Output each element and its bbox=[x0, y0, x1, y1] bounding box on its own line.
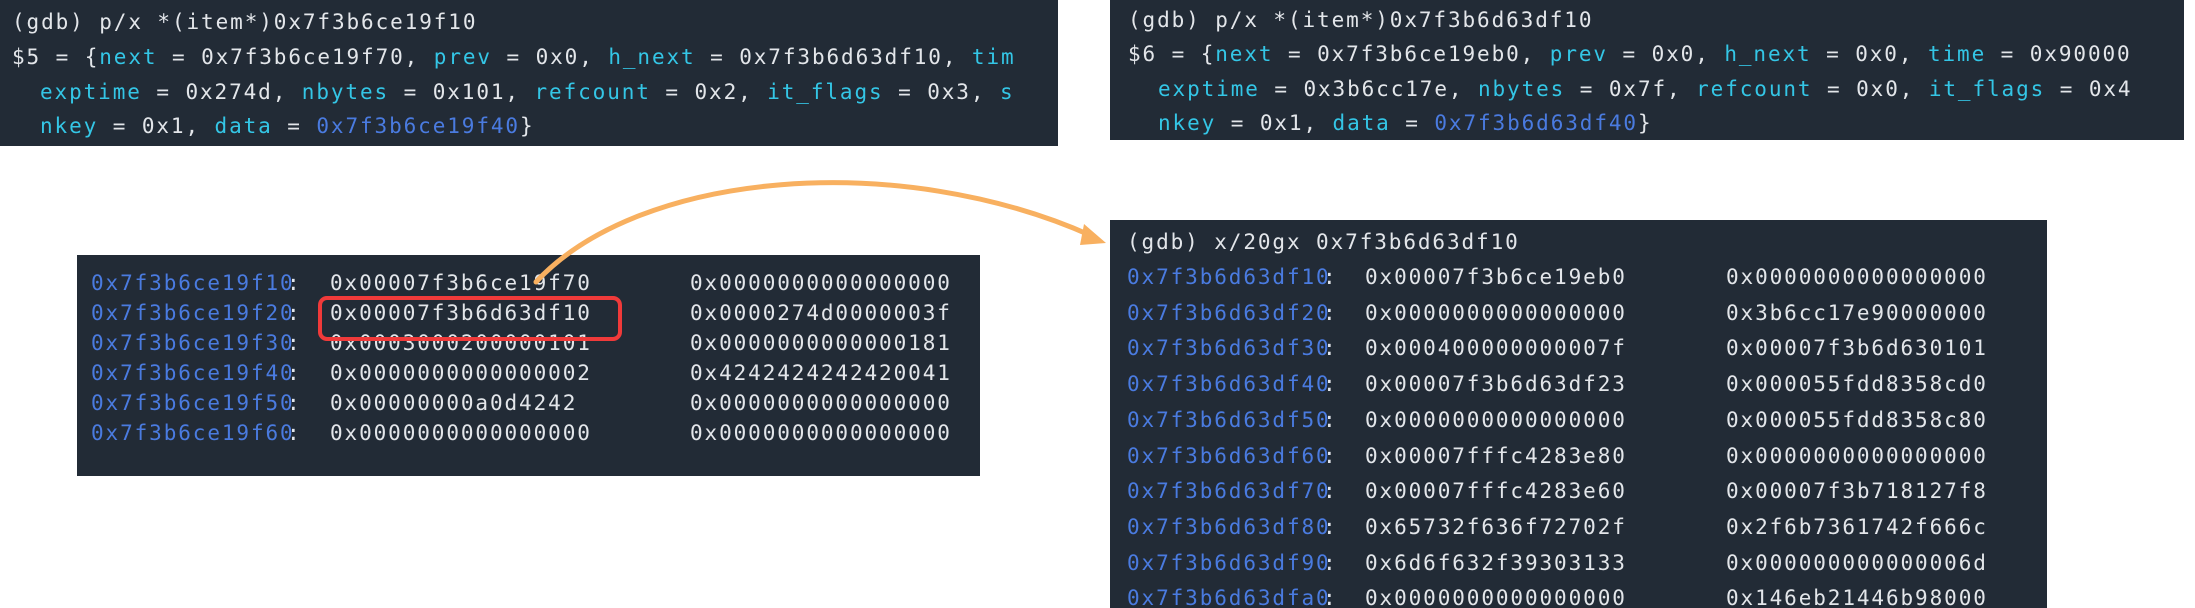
highlight-box bbox=[318, 296, 622, 341]
annotation-overlay bbox=[318, 180, 1106, 341]
pointer-arrow bbox=[533, 180, 1095, 285]
arrow-head-icon bbox=[1080, 224, 1106, 245]
